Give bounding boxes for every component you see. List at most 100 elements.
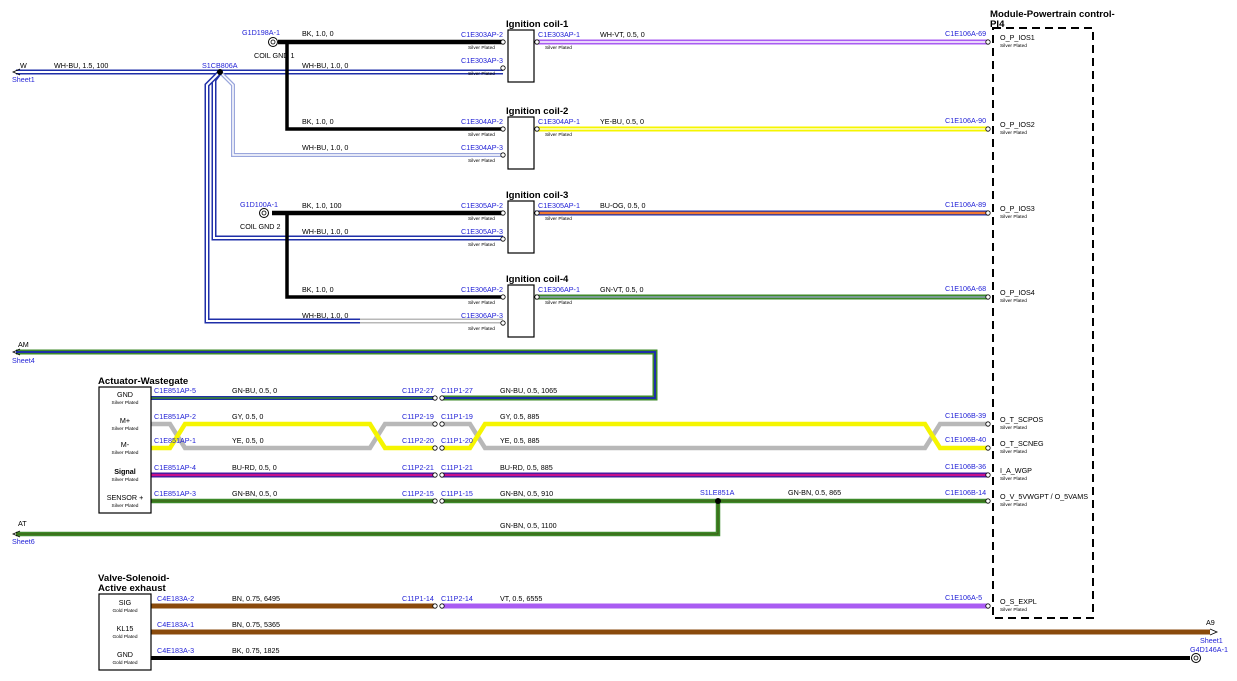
ground-coil-2[interactable]: G1D100A-1 COIL GND 2 [240,200,280,231]
pcm-pin-terminal[interactable] [985,294,991,300]
wastegate-pin-connector[interactable]: C1E851AP-5 [154,386,196,395]
inline-a-label[interactable]: C11P2-21 [402,463,434,472]
pcm-pin-terminal[interactable] [985,126,991,132]
module-pcm[interactable]: Module-Powertrain control- PI4 C1E106A-6… [945,9,1115,619]
pcm-pin-terminal[interactable] [985,39,991,45]
coil-pin-out-label[interactable]: C1E303AP-1 [538,30,580,39]
inline-pin-a[interactable] [432,421,438,427]
inline-a-label[interactable]: C11P2-27 [402,386,434,395]
wastegate-pin-connector[interactable]: C1E851AP-1 [154,436,196,445]
ground-exhaust[interactable]: G4D146A-1 [1190,645,1228,663]
coil-pin-a-label[interactable]: C1E306AP-2 [461,285,503,294]
inline-a-label[interactable]: C11P2-15 [402,489,434,498]
inline-pin-a[interactable] [432,445,438,451]
inline-a-label[interactable]: C11P1-14 [402,594,434,603]
pcm-pin-plating: Silver Plated [1000,502,1027,508]
coil-pin-b[interactable] [500,152,506,158]
coil-pin-out-label[interactable]: C1E304AP-1 [538,117,580,126]
coil-pin-out[interactable] [534,210,540,216]
inline-b-label[interactable]: C11P1-21 [441,463,473,472]
ignition-coil-1[interactable]: Ignition coil-1C1E303AP-2 Silver Plated C1… [461,19,645,83]
wastegate-pin-connector[interactable]: C1E851AP-2 [154,412,196,421]
pcm-pin-terminal[interactable] [985,603,991,609]
valve-active-exhaust[interactable]: Valve-Solenoid- Active exhaust SIGGold P… [98,573,542,671]
ignition-coil-3[interactable]: Ignition coil-3C1E305AP-2 Silver Plated C1… [302,190,646,254]
inline-b-label[interactable]: C11P1-15 [441,489,473,498]
exhaust-pin-connector[interactable]: C4E183A-3 [157,646,194,655]
ignition-coil-2[interactable]: Ignition coil-2C1E304AP-2 Silver Plated C1… [302,106,644,170]
coil-pin-out-label[interactable]: C1E305AP-1 [538,201,580,210]
sheet-ref-at-sheet[interactable]: Sheet6 [12,537,35,546]
pcm-pin-5[interactable]: C1E106B-39 O_T_SCPOSSilver Plated [945,411,1043,431]
pcm-pin-2[interactable]: C1E106A-90 O_P_IOS2Silver Plated [945,116,1035,136]
pcm-pin-3[interactable]: C1E106A-89 O_P_IOS3Silver Plated [945,200,1035,220]
splice-gn-bn[interactable] [715,498,721,504]
ignition-coil-4[interactable]: Ignition coil-4C1E306AP-2 Silver Plated C1… [302,274,644,338]
pcm-pin-connector[interactable]: C1E106A-90 [945,116,986,125]
pcm-pin-terminal[interactable] [985,210,991,216]
coil-pin-b-label[interactable]: C1E305AP-3 [461,227,503,236]
pcm-pin-6[interactable]: C1E106B-40 O_T_SCNEGSilver Plated [945,435,1044,455]
coil-pin-a-label[interactable]: C1E303AP-2 [461,30,503,39]
coil-pin-b[interactable] [500,65,506,71]
coil-pin-b-label[interactable]: C1E304AP-3 [461,143,503,152]
pcm-pin-7[interactable]: C1E106B-36 I_A_WGPSilver Plated [945,462,1032,482]
wire-wh-bu-coil4[interactable] [204,70,503,324]
pcm-pin-connector[interactable]: C1E106B-39 [945,411,986,420]
pcm-pin-connector[interactable]: C1E106A-68 [945,284,986,293]
inline-pin-b[interactable] [439,498,445,504]
inline-pin-b[interactable] [439,603,445,609]
inline-b-label[interactable]: C11P1-19 [441,412,473,421]
pcm-pin-8[interactable]: C1E106B-14 O_V_5VWGPT / O_5VAMSSilver Pla… [945,488,1088,508]
pcm-pin-4[interactable]: C1E106A-68 O_P_IOS4Silver Plated [945,284,1035,304]
pcm-pin-1[interactable]: C1E106A-69 O_P_IOS1Silver Plated [945,29,1035,49]
pcm-pin-connector[interactable]: C1E106B-14 [945,488,986,497]
coil-pin-b-label[interactable]: C1E306AP-3 [461,311,503,320]
coil-pin-out-label[interactable]: C1E306AP-1 [538,285,580,294]
sheet-ref-w-sheet[interactable]: Sheet1 [12,75,35,84]
inline-pin-b[interactable] [439,445,445,451]
exhaust-pin-connector[interactable]: C4E183A-1 [157,620,194,629]
inline-pin-b[interactable] [439,421,445,427]
inline-b-label[interactable]: C11P2-14 [441,594,473,603]
wire-gy[interactable] [151,421,988,451]
inline-a-label[interactable]: C11P2-19 [402,412,434,421]
coil-pin-a[interactable] [500,210,506,216]
coil-pin-out[interactable] [534,39,540,45]
inline-pin-a[interactable] [432,395,438,401]
coil-pin-b[interactable] [500,320,506,326]
coil-pin-a[interactable] [500,294,506,300]
inline-pin-a[interactable] [432,472,438,478]
wastegate-pin-connector[interactable]: C1E851AP-3 [154,489,196,498]
pcm-pin-connector[interactable]: C1E106B-36 [945,462,986,471]
pcm-pin-terminal[interactable] [985,421,991,427]
pcm-pin-9[interactable]: C1E106A-5 O_S_EXPLSilver Plated [945,593,1037,613]
wire-ye[interactable] [151,421,988,451]
wastegate-pin-connector[interactable]: C1E851AP-4 [154,463,196,472]
inline-pin-a[interactable] [432,603,438,609]
sheet-ref-a9-sheet[interactable]: Sheet1 [1200,636,1223,645]
coil-pin-out[interactable] [534,294,540,300]
inline-pin-b[interactable] [439,472,445,478]
coil-pin-out[interactable] [534,126,540,132]
inline-b-label[interactable]: C11P1-27 [441,386,473,395]
inline-a-label[interactable]: C11P2-20 [402,436,434,445]
pcm-pin-terminal[interactable] [985,498,991,504]
coil-pin-b-label[interactable]: C1E303AP-3 [461,56,503,65]
coil-pin-a-label[interactable]: C1E305AP-2 [461,201,503,210]
coil-pin-b[interactable] [500,236,506,242]
pcm-pin-connector[interactable]: C1E106A-89 [945,200,986,209]
pcm-pin-terminal[interactable] [985,445,991,451]
coil-pin-a[interactable] [500,126,506,132]
coil-pin-a-label[interactable]: C1E304AP-2 [461,117,503,126]
sheet-ref-am-sheet[interactable]: Sheet4 [12,356,35,365]
pcm-pin-connector[interactable]: C1E106A-69 [945,29,986,38]
pcm-pin-terminal[interactable] [985,472,991,478]
pcm-pin-connector[interactable]: C1E106A-5 [945,593,982,602]
inline-b-label[interactable]: C11P1-20 [441,436,473,445]
pcm-pin-connector[interactable]: C1E106B-40 [945,435,986,444]
inline-pin-b[interactable] [439,395,445,401]
exhaust-pin-connector[interactable]: C4E183A-2 [157,594,194,603]
inline-pin-a[interactable] [432,498,438,504]
coil-pin-a[interactable] [500,39,506,45]
